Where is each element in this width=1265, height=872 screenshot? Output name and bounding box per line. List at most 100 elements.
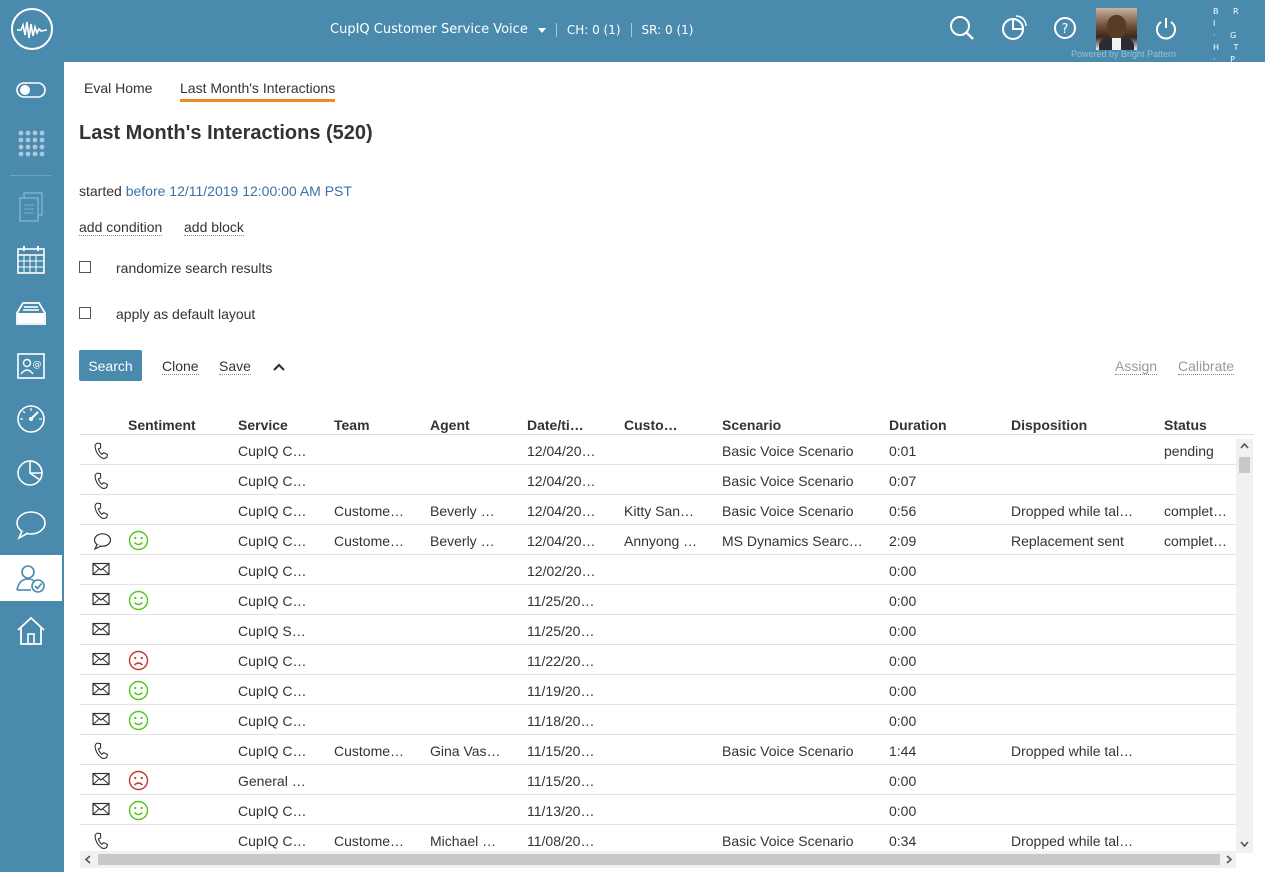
table-row[interactable]: General … 11/15/20… 0:00: [80, 765, 1236, 795]
column-header[interactable]: Service: [238, 417, 288, 433]
scroll-down-icon[interactable]: [1239, 840, 1250, 848]
calendar-icon[interactable]: [0, 237, 62, 283]
cell-duration: 0:01: [889, 443, 917, 459]
cell-duration: 0:56: [889, 503, 917, 519]
table-row[interactable]: CupIQ C… 11/22/20… 0:00: [80, 645, 1236, 675]
email-icon: [92, 592, 110, 609]
table-row[interactable]: CupIQ C… 12/04/20… Basic Voice Scenario 0:0…: [80, 465, 1236, 495]
cell-status: complet…: [1164, 533, 1228, 549]
cell-date: 12/02/20…: [527, 563, 596, 579]
column-header[interactable]: Agent: [430, 417, 470, 433]
table-row[interactable]: CupIQ C… Custome… Beverly … 12/04/20… Kitty …: [80, 495, 1236, 525]
vertical-scrollbar[interactable]: [1236, 439, 1253, 853]
cell-date: 11/19/20…: [527, 683, 595, 699]
add-block-link[interactable]: add block: [184, 219, 244, 236]
table-row[interactable]: CupIQ C… 11/18/20… 0:00: [80, 705, 1236, 735]
avatar[interactable]: [1096, 8, 1137, 50]
reports-icon[interactable]: [0, 449, 62, 495]
cell-duration: 0:00: [889, 713, 917, 729]
column-header[interactable]: Status: [1164, 417, 1207, 433]
vertical-scroll-thumb[interactable]: [1239, 457, 1250, 473]
pie-chart-icon[interactable]: [1000, 14, 1030, 44]
table-row[interactable]: CupIQ C… 11/13/20… 0:00: [80, 795, 1236, 825]
cell-duration: 0:00: [889, 773, 917, 789]
email-icon: [92, 712, 110, 729]
clone-button[interactable]: Clone: [162, 358, 199, 375]
email-icon: [92, 802, 110, 819]
table-row[interactable]: CupIQ C… 11/19/20… 0:00: [80, 675, 1236, 705]
email-icon: [92, 682, 110, 699]
dialpad-icon[interactable]: [0, 120, 62, 166]
table-row[interactable]: CupIQ S… 11/25/20… 0:00: [80, 615, 1236, 645]
toggle-icon[interactable]: [0, 67, 62, 113]
table-row[interactable]: CupIQ C… 12/04/20… Basic Voice Scenario 0:0…: [80, 435, 1236, 465]
cell-service: CupIQ C…: [238, 563, 307, 579]
column-header[interactable]: Sentiment: [128, 417, 196, 433]
table-row[interactable]: CupIQ C… Custome… Michael … 11/08/20… Basic …: [80, 825, 1236, 851]
column-header[interactable]: Date/ti…: [527, 417, 584, 433]
scroll-up-icon[interactable]: [1239, 442, 1250, 450]
smile-icon: [128, 590, 149, 614]
scroll-left-icon[interactable]: [84, 854, 92, 865]
randomize-checkbox[interactable]: [79, 261, 91, 273]
cell-date: 11/25/20…: [527, 623, 595, 639]
cell-duration: 0:00: [889, 803, 917, 819]
documents-icon[interactable]: [0, 184, 62, 230]
powered-by-text: Powered by Bright Pattern: [1071, 49, 1177, 59]
horizontal-scrollbar[interactable]: [80, 851, 1236, 868]
app-logo-icon[interactable]: [11, 8, 53, 50]
chevron-up-icon[interactable]: [272, 359, 286, 375]
cell-date: 12/04/20…: [527, 443, 596, 459]
cell-date: 11/15/20…: [527, 773, 595, 789]
add-condition-link[interactable]: add condition: [79, 219, 163, 236]
service-selector[interactable]: CupIQ Customer Service Voice CH: 0 (1) S…: [330, 22, 693, 37]
cell-team: Custome…: [334, 503, 405, 519]
qm-icon[interactable]: [0, 555, 62, 601]
home-icon[interactable]: [0, 608, 62, 654]
cell-scenario: Basic Voice Scenario: [722, 833, 854, 849]
tab-eval-home[interactable]: Eval Home: [84, 80, 152, 96]
power-icon[interactable]: [1152, 14, 1182, 44]
column-header[interactable]: Custo…: [624, 417, 678, 433]
cell-scenario: Basic Voice Scenario: [722, 503, 854, 519]
horizontal-scroll-thumb[interactable]: [98, 854, 1220, 865]
assign-button[interactable]: Assign: [1115, 358, 1158, 375]
cell-date: 11/25/20…: [527, 593, 595, 609]
column-header[interactable]: Team: [334, 417, 370, 433]
help-icon[interactable]: ?: [1051, 14, 1081, 44]
cell-date: 11/22/20…: [527, 653, 595, 669]
inbox-icon[interactable]: [0, 290, 62, 336]
cell-duration: 0:00: [889, 623, 917, 639]
calibrate-button[interactable]: Calibrate: [1178, 358, 1235, 375]
service-name[interactable]: CupIQ Customer Service Voice: [330, 22, 528, 37]
table-row[interactable]: CupIQ C… Custome… Gina Vas… 11/15/20… Basic …: [80, 735, 1236, 765]
divider: [555, 22, 557, 37]
column-header[interactable]: Disposition: [1011, 417, 1087, 433]
email-icon: [92, 652, 110, 669]
column-header[interactable]: Scenario: [722, 417, 781, 433]
svg-text:?: ?: [1062, 22, 1069, 37]
search-condition: started before 12/11/2019 12:00:00 AM PS…: [79, 183, 352, 199]
cell-duration: 0:00: [889, 593, 917, 609]
phone-icon: [92, 472, 110, 493]
chat-icon[interactable]: [0, 502, 62, 548]
condition-value-link[interactable]: before 12/11/2019 12:00:00 AM PST: [126, 183, 352, 199]
chevron-down-icon[interactable]: [537, 28, 546, 33]
dashboard-icon[interactable]: [0, 396, 62, 442]
save-button[interactable]: Save: [219, 358, 251, 375]
scroll-right-icon[interactable]: [1225, 854, 1233, 865]
phone-icon: [92, 442, 110, 463]
default-layout-checkbox[interactable]: [79, 307, 91, 319]
cell-service: CupIQ C…: [238, 833, 307, 849]
search-icon[interactable]: [948, 14, 978, 44]
table-row[interactable]: CupIQ C… 12/02/20… 0:00: [80, 555, 1236, 585]
column-header[interactable]: Duration: [889, 417, 947, 433]
tab-last-months-interactions[interactable]: Last Month's Interactions: [180, 80, 336, 102]
cell-duration: 2:09: [889, 533, 917, 549]
email-icon: [92, 562, 110, 579]
table-row[interactable]: CupIQ C… 11/25/20… 0:00: [80, 585, 1236, 615]
contacts-icon[interactable]: @: [0, 343, 62, 389]
table-row[interactable]: CupIQ C… Custome… Beverly … 12/04/20… Annyon…: [80, 525, 1236, 555]
search-button[interactable]: Search: [79, 350, 142, 381]
cell-customer: Annyong …: [624, 533, 698, 549]
